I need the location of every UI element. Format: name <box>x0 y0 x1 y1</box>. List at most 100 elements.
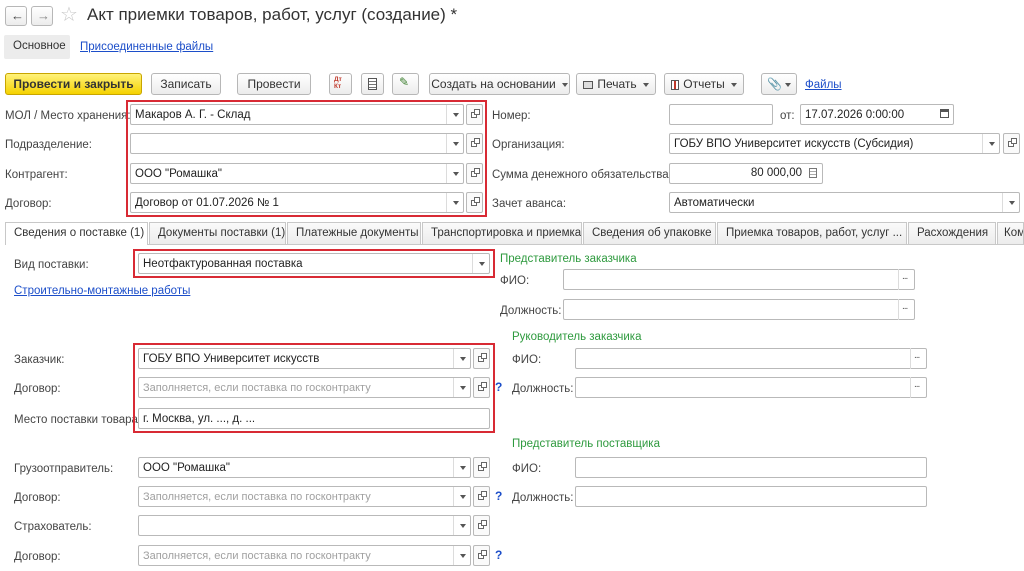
shipper-contract-label: Договор: <box>14 492 61 504</box>
attach-button[interactable]: 📎 <box>761 73 797 95</box>
forward-button[interactable]: → <box>31 6 53 26</box>
dropdown-arrow-icon[interactable] <box>453 546 470 565</box>
customer-field[interactable]: ГОБУ ВПО Университет искусств <box>138 348 471 369</box>
counterparty-field[interactable]: ООО "Ромашка" <box>130 163 464 184</box>
report-icon <box>671 79 680 90</box>
date-field[interactable]: 17.07.2026 0:00:00 <box>800 104 954 125</box>
tab-goods-acceptance[interactable]: Приемка товаров, работ, услуг ... <box>717 222 907 244</box>
open-contract-button[interactable] <box>466 192 483 213</box>
insurer-contract-field[interactable]: Заполняется, если поставка по госконтрак… <box>138 545 471 566</box>
mol-field[interactable]: Макаров А. Г. - Склад <box>130 104 464 125</box>
counterparty-label: Контрагент: <box>5 169 68 181</box>
post-and-close-button[interactable]: Провести и закрыть <box>5 73 142 95</box>
dropdown-arrow-icon[interactable] <box>446 105 463 124</box>
tab-packaging-info[interactable]: Сведения об упаковке <box>583 222 716 244</box>
dropdown-arrow-icon[interactable] <box>453 378 470 397</box>
calendar-icon[interactable] <box>936 105 953 124</box>
ellipsis-icon[interactable] <box>898 299 915 320</box>
open-customer-button[interactable] <box>473 348 490 369</box>
ellipsis-icon[interactable] <box>910 348 927 369</box>
open-mol-button[interactable] <box>466 104 483 125</box>
chevron-down-icon <box>642 82 649 87</box>
journal-button[interactable] <box>361 73 384 95</box>
paperclip-icon: 📎 <box>767 77 782 91</box>
contract-label: Договор: <box>5 198 52 210</box>
dropdown-arrow-icon[interactable] <box>1002 193 1019 212</box>
subnav-main[interactable]: Основное <box>4 35 70 59</box>
open-department-button[interactable] <box>466 133 483 154</box>
print-button[interactable]: Печать <box>576 73 656 95</box>
open-organization-button[interactable] <box>1003 133 1020 154</box>
department-field[interactable] <box>130 133 464 154</box>
tab-discrepancies[interactable]: Расхождения <box>908 222 996 244</box>
edit-button[interactable]: ✎ <box>392 73 419 95</box>
advance-field[interactable]: Автоматически <box>669 192 1020 213</box>
insurer-label: Страхователь: <box>14 521 92 533</box>
supplier-rep-position-field[interactable] <box>575 486 927 507</box>
help-icon[interactable]: ? <box>495 548 502 562</box>
dropdown-arrow-icon[interactable] <box>472 254 489 273</box>
amount-field[interactable]: 80 000,00 <box>669 163 823 184</box>
customer-rep-position-field[interactable] <box>563 299 915 320</box>
shipper-contract-field[interactable]: Заполняется, если поставка по госконтрак… <box>138 486 471 507</box>
open-insurer-contract-button[interactable] <box>473 545 490 566</box>
ellipsis-icon[interactable] <box>898 269 915 290</box>
customer-label: Заказчик: <box>14 354 65 366</box>
customer-rep-fio-field[interactable] <box>563 269 915 290</box>
customer-head-position-field[interactable] <box>575 377 927 398</box>
window-title: Акт приемки товаров, работ, услуг (созда… <box>87 5 458 24</box>
supplier-rep-position-label: Должность: <box>512 492 574 504</box>
help-icon[interactable]: ? <box>495 380 502 394</box>
customer-contract-field[interactable]: Заполняется, если поставка по госконтрак… <box>138 377 471 398</box>
dropdown-arrow-icon[interactable] <box>982 134 999 153</box>
customer-head-fio-label: ФИО: <box>512 354 542 366</box>
customer-rep-title: Представитель заказчика <box>500 253 637 265</box>
insurer-contract-label: Договор: <box>14 551 61 563</box>
open-shipper-contract-button[interactable] <box>473 486 490 507</box>
ellipsis-icon[interactable] <box>910 377 927 398</box>
post-button[interactable]: Провести <box>237 73 311 95</box>
open-counterparty-button[interactable] <box>466 163 483 184</box>
organization-field[interactable]: ГОБУ ВПО Университет искусств (Субсидия) <box>669 133 1000 154</box>
advance-label: Зачет аванса: <box>492 198 567 210</box>
open-insurer-button[interactable] <box>473 515 490 536</box>
favorite-star-icon[interactable]: ☆ <box>60 2 78 27</box>
supplier-rep-fio-field[interactable] <box>575 457 927 478</box>
list-icon <box>368 78 377 90</box>
shipper-field[interactable]: ООО "Ромашка" <box>138 457 471 478</box>
create-based-on-button[interactable]: Создать на основании <box>429 73 570 95</box>
dt-kt-button[interactable]: Дт Кт <box>329 73 352 95</box>
tab-payment-documents[interactable]: Платежные документы <box>287 222 421 244</box>
tab-transport-acceptance[interactable]: Транспортировка и приемка <box>422 222 582 244</box>
construction-works-link[interactable]: Строительно-монтажные работы <box>14 285 190 297</box>
reports-button[interactable]: Отчеты <box>664 73 744 95</box>
number-field[interactable] <box>669 104 773 125</box>
contract-field[interactable]: Договор от 01.07.2026 № 1 <box>130 192 464 213</box>
save-button[interactable]: Записать <box>151 73 221 95</box>
calculator-icon[interactable] <box>805 164 822 183</box>
dropdown-arrow-icon[interactable] <box>453 349 470 368</box>
open-customer-contract-button[interactable] <box>473 377 490 398</box>
dropdown-arrow-icon[interactable] <box>453 516 470 535</box>
tab-panel-border <box>5 244 1024 245</box>
customer-head-fio-field[interactable] <box>575 348 927 369</box>
organization-label: Организация: <box>492 139 565 151</box>
attached-files-link[interactable]: Присоединенные файлы <box>80 41 213 53</box>
shipper-label: Грузоотправитель: <box>14 463 114 475</box>
delivery-place-field[interactable]: г. Москва, ул. ..., д. ... <box>138 408 490 429</box>
tab-more[interactable]: Ком <box>997 222 1024 244</box>
dropdown-arrow-icon[interactable] <box>453 487 470 506</box>
back-button[interactable]: ← <box>5 6 27 26</box>
tab-delivery-documents[interactable]: Документы поставки (1) <box>149 222 286 244</box>
help-icon[interactable]: ? <box>495 489 502 503</box>
dropdown-arrow-icon[interactable] <box>453 458 470 477</box>
dropdown-arrow-icon[interactable] <box>446 193 463 212</box>
files-link[interactable]: Файлы <box>805 79 842 91</box>
dropdown-arrow-icon[interactable] <box>446 134 463 153</box>
open-shipper-button[interactable] <box>473 457 490 478</box>
delivery-type-field[interactable]: Неотфактурованная поставка <box>138 253 490 274</box>
tab-delivery-info[interactable]: Сведения о поставке (1) <box>5 222 148 245</box>
mol-label: МОЛ / Место хранения: <box>5 110 131 122</box>
dropdown-arrow-icon[interactable] <box>446 164 463 183</box>
insurer-field[interactable] <box>138 515 471 536</box>
